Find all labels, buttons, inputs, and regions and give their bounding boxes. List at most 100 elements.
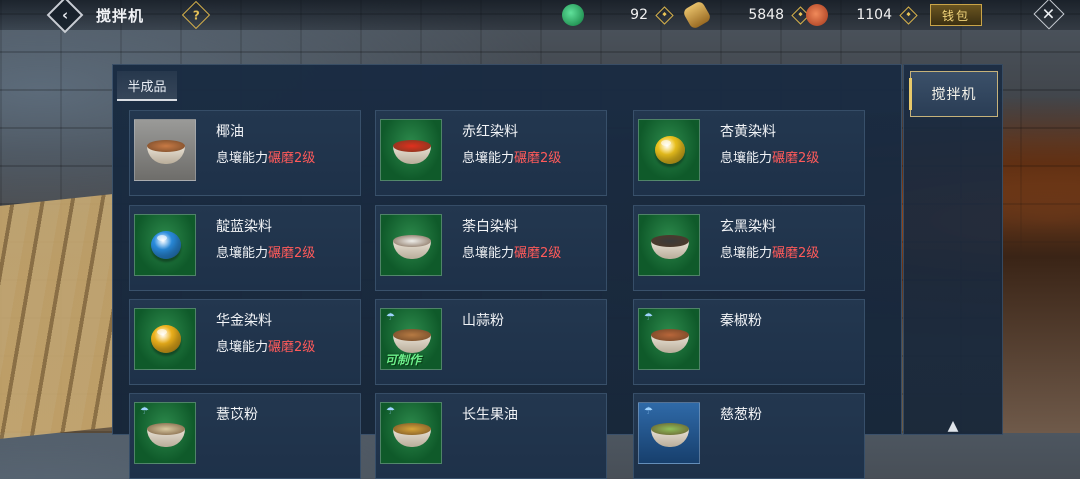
- recipe-item[interactable]: 靛蓝染料息壤能力碾磨2级: [129, 205, 361, 291]
- tab-mixer[interactable]: 搅拌机: [909, 71, 998, 117]
- recipe-item-name: 山蒜粉: [462, 313, 504, 329]
- yellow-dye-icon: [638, 119, 700, 181]
- recipe-item-name: 椰油: [216, 124, 244, 140]
- currency-jade-value: 92: [630, 7, 648, 23]
- recipe-requirement: 息壤能力碾磨2级: [216, 147, 315, 166]
- rain-icon: ☂: [386, 406, 395, 417]
- help-icon: ?: [192, 8, 200, 22]
- recipe-requirement: 息壤能力碾磨2级: [720, 242, 819, 261]
- add-jade-button[interactable]: [655, 5, 674, 25]
- scallion-powder-icon: ☂: [638, 402, 700, 464]
- recipe-item-name: 华金染料: [216, 313, 272, 329]
- recipe-item[interactable]: ☂ 可制作 山蒜粉: [375, 299, 607, 385]
- currency-jade: 92: [562, 3, 674, 27]
- background-wooden-fence: [0, 194, 112, 439]
- chevron-left-icon: ‹: [61, 5, 69, 24]
- recipe-item[interactable]: 玄黑染料息壤能力碾磨2级: [633, 205, 865, 291]
- recipe-item[interactable]: 赤红染料息壤能力碾磨2级: [375, 110, 607, 196]
- requirement-ability-label: 息壤能力: [216, 246, 269, 261]
- requirement-level-label: 碾磨2级: [514, 151, 562, 166]
- recipe-item[interactable]: ☂ 慈葱粉: [633, 393, 865, 479]
- bowl-contents-graphic: [651, 235, 689, 247]
- copper-coin-icon: [806, 4, 828, 26]
- recipe-item[interactable]: 荼白染料 息壤能力碾磨2级: [375, 205, 607, 291]
- recipe-requirement: 息壤能力碾磨2级: [216, 336, 315, 355]
- craftable-label: 可制作: [385, 353, 422, 367]
- recipe-panel: 半成品 椰油 息壤能力碾磨2级 赤红染料 息壤能力碾磨2级 杏黄染料 息壤能力碾磨2级 靛蓝…: [112, 64, 902, 479]
- dye-orb-graphic: [655, 136, 685, 164]
- peanut-oil-icon: ☂: [380, 402, 442, 464]
- top-bar: ‹ 搅拌机 ? 92 5848 1104 钱包 ✕: [0, 0, 1080, 34]
- requirement-ability-label: 息壤能力: [720, 246, 773, 261]
- recipe-item-name: 杏黄染料: [720, 124, 776, 140]
- rain-icon: ☂: [644, 312, 653, 323]
- red-dye-icon: [380, 119, 442, 181]
- requirement-ability-label: 息壤能力: [216, 340, 269, 355]
- bowl-contents-graphic: [651, 329, 689, 341]
- requirement-level-label: 碾磨2级: [514, 246, 562, 261]
- wallet-button[interactable]: 钱包: [930, 4, 982, 26]
- recipe-item[interactable]: 椰油息壤能力碾磨2级: [129, 110, 361, 196]
- recipe-item-name: 靛蓝染料: [216, 219, 272, 235]
- close-icon: ✕: [1042, 4, 1056, 24]
- recipe-requirement: 息壤能力碾磨2级: [462, 147, 561, 166]
- bowl-contents-graphic: [393, 235, 431, 247]
- requirement-level-label: 碾磨2级: [772, 151, 820, 166]
- background-furnace: [1000, 140, 1080, 433]
- rain-icon: ☂: [140, 406, 149, 417]
- jade-coin-icon: [562, 4, 584, 26]
- help-button[interactable]: ?: [181, 0, 211, 30]
- recipe-item-name: 薏苡粉: [216, 407, 258, 423]
- coix-powder-icon: ☂: [134, 402, 196, 464]
- recipe-requirement: 息壤能力碾磨2级: [462, 242, 561, 261]
- recipe-item[interactable]: ☂ 长生果油: [375, 393, 607, 479]
- recipe-item-name: 玄黑染料: [720, 219, 776, 235]
- requirement-ability-label: 息壤能力: [216, 151, 269, 166]
- requirement-ability-label: 息壤能力: [462, 246, 515, 261]
- recipe-item[interactable]: 华金染料息壤能力碾磨2级: [129, 299, 361, 385]
- bowl-contents-graphic: [147, 423, 185, 435]
- recipe-item-name: 慈葱粉: [720, 407, 762, 423]
- station-tab-column: 搅拌机: [903, 64, 1003, 435]
- close-icon-frame: ✕: [1033, 0, 1065, 30]
- requirement-level-label: 碾磨2级: [268, 246, 316, 261]
- recipe-requirement: 息壤能力碾磨2级: [720, 147, 819, 166]
- dye-orb-graphic: [151, 231, 181, 259]
- currency-gold-value: 5848: [748, 7, 784, 23]
- currency-copper-value: 1104: [856, 7, 892, 23]
- black-dye-icon: [638, 214, 700, 276]
- recipe-item[interactable]: 杏黄染料息壤能力碾磨2级: [633, 110, 865, 196]
- bowl-contents-graphic: [393, 423, 431, 435]
- white-dye-icon: [380, 214, 442, 276]
- bowl-contents-graphic: [147, 140, 185, 152]
- garlic-powder-icon: ☂ 可制作: [380, 308, 442, 370]
- recipe-item-name: 长生果油: [462, 407, 518, 423]
- rain-icon: ☂: [386, 312, 395, 323]
- requirement-ability-label: 息壤能力: [720, 151, 773, 166]
- pepper-powder-icon: ☂: [638, 308, 700, 370]
- recipe-item[interactable]: ☂ 秦椒粉: [633, 299, 865, 385]
- currency-gold: 5848: [681, 0, 810, 31]
- scroll-down-icon[interactable]: ▲: [940, 418, 966, 434]
- close-button[interactable]: ✕: [1033, 0, 1065, 30]
- rain-icon: ☂: [644, 406, 653, 417]
- back-button[interactable]: ‹: [46, 0, 84, 34]
- back-icon-frame: ‹: [46, 0, 84, 34]
- requirement-level-label: 碾磨2级: [772, 246, 820, 261]
- recipe-item[interactable]: ☂ 薏苡粉: [129, 393, 361, 479]
- bowl-contents-graphic: [393, 329, 431, 341]
- requirement-ability-label: 息壤能力: [462, 151, 515, 166]
- tab-semi-finished[interactable]: 半成品: [117, 71, 177, 101]
- add-copper-button[interactable]: [899, 5, 918, 25]
- gold-dye-icon: [134, 308, 196, 370]
- recipe-item-name: 秦椒粉: [720, 313, 762, 329]
- currency-copper: 1104: [806, 3, 918, 27]
- coconut-oil-icon: [134, 119, 196, 181]
- page-title: 搅拌机: [96, 7, 145, 25]
- bowl-contents-graphic: [393, 140, 431, 152]
- category-tab-bar: 半成品: [113, 65, 901, 103]
- bowl-contents-graphic: [651, 423, 689, 435]
- gold-ingot-icon: [681, 0, 713, 31]
- recipe-item-name: 赤红染料: [462, 124, 518, 140]
- requirement-level-label: 碾磨2级: [268, 151, 316, 166]
